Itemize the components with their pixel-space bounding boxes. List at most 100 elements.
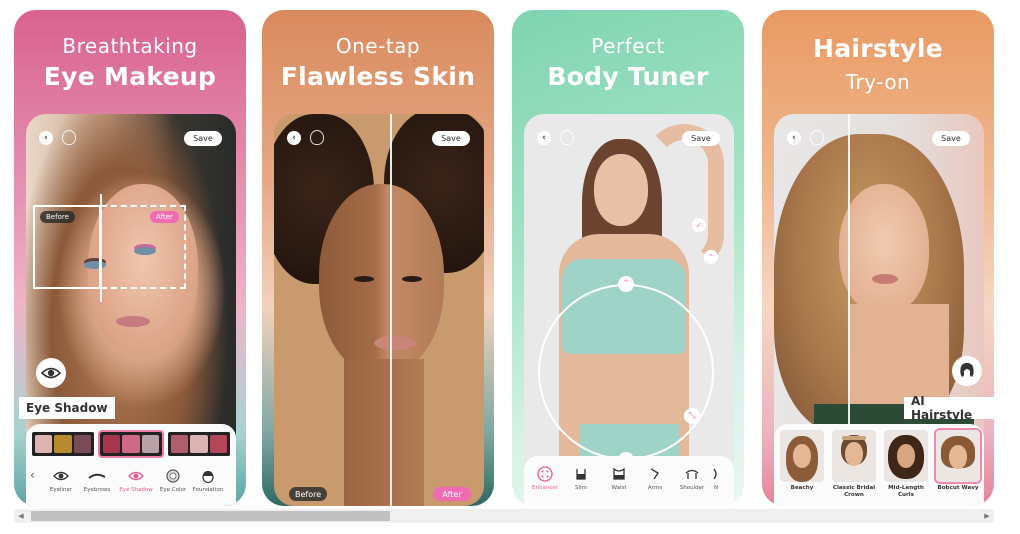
after-label: After xyxy=(150,211,179,223)
hairstyle-label: Mid-Length Curls xyxy=(888,485,924,498)
compare-divider[interactable] xyxy=(100,194,102,302)
hairstyle-panel: Beachy Classic Bridal Crown Mid-Length C… xyxy=(774,424,984,506)
face-detect-icon[interactable] xyxy=(62,130,76,145)
tool-eyeliner[interactable]: Eyeliner xyxy=(44,468,78,493)
screenshot-card-hairstyle[interactable]: Hairstyle Try-on ‹ Save AI Hairstyle Bea… xyxy=(762,10,994,506)
iris-icon xyxy=(166,468,180,484)
body-adjust-circle[interactable] xyxy=(538,284,714,460)
back-button[interactable]: ‹ xyxy=(787,131,801,145)
headline-light: Try-on xyxy=(845,70,911,94)
enhancer-icon xyxy=(537,466,553,482)
lips xyxy=(374,336,416,350)
tool-label: Foundation xyxy=(192,487,224,493)
neck xyxy=(344,359,424,506)
tool-enhancer[interactable]: Enhancer xyxy=(528,466,562,491)
feature-tag: AI Hairstyle xyxy=(904,394,994,422)
save-button[interactable]: Save xyxy=(432,131,470,146)
tool-neck[interactable]: N xyxy=(712,466,720,491)
screenshot-card-flawless-skin[interactable]: One-tap Flawless Skin ‹ Save Before Afte… xyxy=(262,10,494,506)
tool-eyebrows[interactable]: Eyebrows xyxy=(78,468,116,493)
makeup-panel: ‹ Eyeliner Eyebrows Eye Shadow Eye Color… xyxy=(26,424,236,506)
save-button[interactable]: Save xyxy=(932,131,970,146)
swatch xyxy=(171,435,189,453)
compare-divider[interactable] xyxy=(390,114,392,506)
swatch xyxy=(103,435,121,453)
tool-label: Eye Shadow xyxy=(119,487,153,493)
before-label: Before xyxy=(289,487,328,501)
face-region xyxy=(839,184,929,314)
tools-back-chevron-icon[interactable]: ‹ xyxy=(30,468,44,482)
swatch xyxy=(190,435,208,453)
headline-light: One-tap xyxy=(335,34,421,58)
headline-bold: Flawless Skin xyxy=(280,62,476,91)
tool-shoulder[interactable]: Shoulder xyxy=(672,466,712,491)
arm-adjust-handle[interactable]: ✓ xyxy=(692,218,706,232)
scroll-left-arrow-icon[interactable]: ◀ xyxy=(14,509,28,523)
screenshot-gallery: Breathtaking Eye Makeup Before After ‹ S… xyxy=(14,10,994,506)
scroll-right-arrow-icon[interactable]: ▶ xyxy=(980,509,994,523)
phone-screen: ⌃ ⌄ ⤡ ✓ ⌃ ‹ Save xyxy=(524,114,734,506)
screenshot-card-eye-makeup[interactable]: Breathtaking Eye Makeup Before After ‹ S… xyxy=(14,10,246,506)
horizontal-scrollbar[interactable]: ◀ ▶ xyxy=(14,509,994,523)
eye-right xyxy=(402,276,422,282)
hairstyle-preview xyxy=(884,430,928,482)
back-button[interactable]: ‹ xyxy=(287,131,301,145)
tool-label: Slim xyxy=(575,485,587,491)
before-label: Before xyxy=(40,211,75,223)
tool-arms[interactable]: Arms xyxy=(638,466,672,491)
chevron-left-icon: ‹ xyxy=(792,133,796,143)
swatch xyxy=(54,435,72,453)
tool-slim[interactable]: Slim xyxy=(562,466,600,491)
palette-row xyxy=(32,430,230,458)
tool-label: Shoulder xyxy=(679,485,705,491)
shoulder-icon xyxy=(684,466,700,482)
tool-eye-shadow[interactable]: Eye Shadow xyxy=(116,468,156,493)
tool-row: Enhancer Slim Waist Arms Shoulder N xyxy=(524,466,734,506)
tool-label: Enhancer xyxy=(532,485,558,491)
hairstyle-label: Beachy xyxy=(790,485,814,491)
back-button[interactable]: ‹ xyxy=(537,131,551,145)
save-button[interactable]: Save xyxy=(184,131,222,146)
swatch xyxy=(209,435,227,453)
swatch xyxy=(122,435,140,453)
face-detect-icon[interactable] xyxy=(310,130,324,145)
arm-adjust-handle[interactable]: ⌃ xyxy=(704,250,718,264)
palette-option[interactable] xyxy=(32,432,94,456)
chevron-up-handle[interactable]: ⌃ xyxy=(618,276,634,292)
headline-light: Breathtaking xyxy=(62,34,198,58)
hairstyle-preview xyxy=(832,430,876,482)
face-icon xyxy=(202,468,214,484)
hairstyle-thumb-mid-length-curls[interactable]: Mid-Length Curls xyxy=(884,430,928,498)
resize-handle[interactable]: ⤡ xyxy=(684,408,700,424)
lips xyxy=(872,274,898,284)
hairstyle-icon xyxy=(960,363,974,377)
slim-icon xyxy=(573,466,589,482)
arms-icon xyxy=(648,466,662,482)
tool-row: ‹ Eyeliner Eyebrows Eye Shadow Eye Color… xyxy=(26,468,236,506)
screenshot-card-body-tuner[interactable]: Perfect Body Tuner ⌃ ⌄ ⤡ ✓ ⌃ ‹ Save xyxy=(512,10,744,506)
palette-option[interactable] xyxy=(168,432,230,456)
back-button[interactable]: ‹ xyxy=(39,131,53,145)
save-button[interactable]: Save xyxy=(682,131,720,146)
scrollbar-thumb[interactable] xyxy=(31,511,391,521)
tool-label: Eyebrows xyxy=(83,487,111,493)
hairstyle-label: Classic Bridal Crown xyxy=(832,485,876,498)
hairstyle-thumb-bobcut-wavy[interactable]: Bobcut Wavy xyxy=(934,428,982,492)
tool-foundation[interactable]: Foundation xyxy=(190,468,226,493)
swatch xyxy=(35,435,53,453)
eye-left xyxy=(354,276,374,282)
hairstyle-thumb-classic-bridal-crown[interactable]: Classic Bridal Crown xyxy=(832,430,876,498)
tool-label: Arms xyxy=(647,485,663,491)
tool-eye-color[interactable]: Eye Color xyxy=(156,468,190,493)
waist-icon xyxy=(611,466,627,482)
after-label: After xyxy=(433,487,471,501)
feature-bubble xyxy=(36,358,66,388)
face-detect-icon[interactable] xyxy=(810,130,824,145)
hairstyle-thumb-beachy[interactable]: Beachy xyxy=(780,430,824,492)
palette-option[interactable] xyxy=(98,430,164,458)
face-detect-icon[interactable] xyxy=(560,130,574,145)
chevron-left-icon: ‹ xyxy=(44,133,48,143)
chevron-left-icon: ‹ xyxy=(292,133,296,143)
hairstyle-preview xyxy=(780,430,824,482)
tool-waist[interactable]: Waist xyxy=(600,466,638,491)
